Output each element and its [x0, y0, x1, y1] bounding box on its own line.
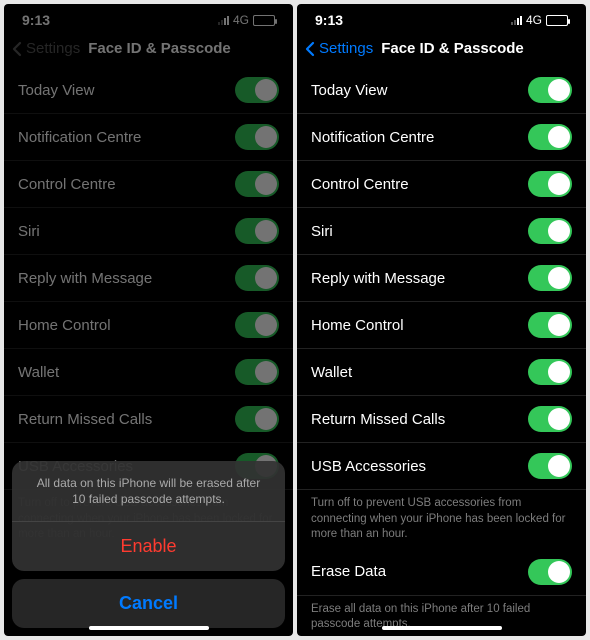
row-control-centre: Control Centre [4, 161, 293, 208]
nav-bar: Settings Face ID & Passcode [297, 34, 586, 67]
status-bar: 9:13 4G [297, 4, 586, 34]
row-home-control: Home Control [297, 302, 586, 349]
row-label: Notification Centre [311, 129, 434, 146]
row-control-centre: Control Centre [297, 161, 586, 208]
row-label: Reply with Message [311, 270, 445, 287]
switch-return-missed-calls[interactable] [235, 406, 279, 432]
battery-icon [546, 15, 568, 26]
back-chevron-icon[interactable] [12, 41, 22, 57]
row-erase-data: Erase Data [297, 549, 586, 596]
row-siri: Siri [4, 208, 293, 255]
status-right: 4G [218, 13, 275, 27]
row-usb-accessories: USB Accessories [297, 443, 586, 490]
back-chevron-icon[interactable] [305, 41, 315, 57]
row-home-control: Home Control [4, 302, 293, 349]
signal-icon [218, 16, 229, 25]
row-siri: Siri [297, 208, 586, 255]
row-label: Today View [311, 82, 387, 99]
status-carrier: 4G [233, 13, 249, 27]
row-return-missed-calls: Return Missed Calls [297, 396, 586, 443]
row-return-missed-calls: Return Missed Calls [4, 396, 293, 443]
switch-notification-centre[interactable] [235, 124, 279, 150]
row-wallet: Wallet [297, 349, 586, 396]
status-time: 9:13 [315, 12, 343, 28]
row-label: Control Centre [18, 176, 116, 193]
cancel-button[interactable]: Cancel [12, 579, 285, 628]
switch-siri[interactable] [528, 218, 572, 244]
back-button-label[interactable]: Settings [26, 40, 80, 57]
row-label: Home Control [18, 317, 111, 334]
row-label: USB Accessories [311, 458, 426, 475]
sheet-group: All data on this iPhone will be erased a… [12, 461, 285, 571]
back-button-label[interactable]: Settings [319, 40, 373, 57]
row-label: Return Missed Calls [311, 411, 445, 428]
nav-bar: Settings Face ID & Passcode [4, 34, 293, 67]
usb-footer-text: Turn off to prevent USB accessories from… [297, 490, 586, 549]
row-wallet: Wallet [4, 349, 293, 396]
status-bar: 9:13 4G [4, 4, 293, 34]
switch-notification-centre[interactable] [528, 124, 572, 150]
sheet-message: All data on this iPhone will be erased a… [12, 461, 285, 522]
nav-title: Face ID & Passcode [88, 40, 231, 57]
row-notification-centre: Notification Centre [297, 114, 586, 161]
battery-icon [253, 15, 275, 26]
row-label: Notification Centre [18, 129, 141, 146]
screen-left: 9:13 4G Settings Face ID & Passcode Toda… [4, 4, 293, 636]
home-indicator[interactable] [382, 626, 502, 630]
switch-return-missed-calls[interactable] [528, 406, 572, 432]
row-label: Erase Data [311, 563, 386, 580]
switch-usb-accessories[interactable] [528, 453, 572, 479]
switch-home-control[interactable] [235, 312, 279, 338]
status-time: 9:13 [22, 12, 50, 28]
row-label: Wallet [18, 364, 59, 381]
row-reply-message: Reply with Message [297, 255, 586, 302]
row-label: Reply with Message [18, 270, 152, 287]
switch-wallet[interactable] [528, 359, 572, 385]
signal-icon [511, 16, 522, 25]
nav-title: Face ID & Passcode [381, 40, 524, 57]
row-today-view: Today View [4, 67, 293, 114]
screen-right: 9:13 4G Settings Face ID & Passcode Toda… [297, 4, 586, 636]
row-label: Home Control [311, 317, 404, 334]
row-label: Siri [18, 223, 40, 240]
switch-today-view[interactable] [235, 77, 279, 103]
enable-button[interactable]: Enable [12, 522, 285, 571]
switch-reply-message[interactable] [528, 265, 572, 291]
row-label: Today View [18, 82, 94, 99]
switch-home-control[interactable] [528, 312, 572, 338]
switch-control-centre[interactable] [235, 171, 279, 197]
action-sheet: All data on this iPhone will be erased a… [4, 461, 293, 636]
status-right: 4G [511, 13, 568, 27]
home-indicator[interactable] [89, 626, 209, 630]
switch-reply-message[interactable] [235, 265, 279, 291]
row-label: Return Missed Calls [18, 411, 152, 428]
switch-wallet[interactable] [235, 359, 279, 385]
row-notification-centre: Notification Centre [4, 114, 293, 161]
row-label: Wallet [311, 364, 352, 381]
status-carrier: 4G [526, 13, 542, 27]
row-label: Siri [311, 223, 333, 240]
switch-siri[interactable] [235, 218, 279, 244]
row-reply-message: Reply with Message [4, 255, 293, 302]
row-label: Control Centre [311, 176, 409, 193]
row-today-view: Today View [297, 67, 586, 114]
switch-control-centre[interactable] [528, 171, 572, 197]
switch-erase-data[interactable] [528, 559, 572, 585]
switch-today-view[interactable] [528, 77, 572, 103]
